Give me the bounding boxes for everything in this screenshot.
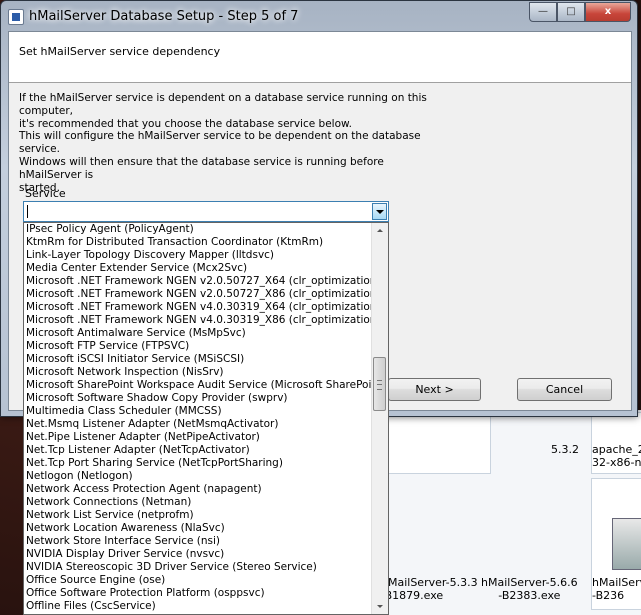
dropdown-option[interactable]: NVIDIA Display Driver Service (nvsvc) — [25, 548, 373, 561]
vertical-scrollbar[interactable] — [371, 223, 388, 614]
close-button[interactable]: x — [585, 2, 631, 22]
caption-buttons: — □ x — [529, 2, 631, 22]
description-line: This will configure the hMailServer serv… — [19, 130, 421, 155]
dropdown-option[interactable]: Offline Files (CscService) — [25, 600, 373, 613]
app-icon — [8, 9, 24, 25]
dropdown-option[interactable]: Microsoft Software Shadow Copy Provider … — [25, 392, 373, 405]
installer-file-icon[interactable] — [612, 518, 641, 570]
description-line: Windows will then ensure that the databa… — [19, 156, 384, 181]
dropdown-option[interactable]: Net.Tcp Port Sharing Service (NetTcpPort… — [25, 457, 373, 470]
grip-icon — [377, 380, 382, 390]
dropdown-option[interactable]: Office Source Engine (ose) — [25, 574, 373, 587]
service-dropdown-list[interactable]: IPsec Policy Agent (PolicyAgent) KtmRm fo… — [23, 222, 389, 615]
dropdown-option[interactable]: Net.Pipe Listener Adapter (NetPipeActiva… — [25, 431, 373, 444]
minimize-button[interactable]: — — [529, 2, 557, 22]
dropdown-option[interactable]: Microsoft SharePoint Workspace Audit Ser… — [25, 379, 373, 392]
dropdown-option[interactable]: Microsoft .NET Framework NGEN v4.0.30319… — [25, 314, 373, 327]
service-label: Service — [25, 187, 66, 200]
dropdown-option[interactable]: Link-Layer Topology Discovery Mapper (ll… — [25, 249, 373, 262]
dropdown-option[interactable]: Microsoft iSCSI Initiator Service (MSiSC… — [25, 353, 373, 366]
description-line: started. — [19, 182, 60, 194]
service-options: IPsec Policy Agent (PolicyAgent) KtmRm fo… — [25, 223, 373, 613]
maximize-button[interactable]: □ — [557, 2, 585, 22]
dropdown-option[interactable]: Multimedia Class Scheduler (MMCSS) — [25, 405, 373, 418]
dropdown-arrow-icon[interactable] — [372, 203, 387, 220]
dropdown-option[interactable]: IPsec Policy Agent (PolicyAgent) — [25, 223, 373, 236]
dropdown-option[interactable]: Microsoft .NET Framework NGEN v2.0.50727… — [25, 288, 373, 301]
window-title: hMailServer Database Setup - Step 5 of 7 — [29, 9, 299, 24]
dropdown-option[interactable]: Microsoft FTP Service (FTPSVC) — [25, 340, 373, 353]
dropdown-option[interactable]: Office Software Protection Platform (osp… — [25, 587, 373, 600]
dropdown-option[interactable]: Microsoft Antimalware Service (MsMpSvc) — [25, 327, 373, 340]
description-paragraph-1: If the hMailServer service is dependent … — [19, 92, 439, 131]
file-caption: apache_2 32-x86-n — [592, 443, 641, 469]
dropdown-option[interactable]: Microsoft .NET Framework NGEN v4.0.30319… — [25, 301, 373, 314]
dropdown-option[interactable]: Network Location Awareness (NlaSvc) — [25, 522, 373, 535]
description-paragraph-2: This will configure the hMailServer serv… — [19, 130, 439, 195]
file-caption: hMailServer-5.3.3 -B1879.exe — [381, 576, 478, 602]
scrollbar-thumb[interactable] — [373, 357, 386, 411]
description-line: If the hMailServer service is dependent … — [19, 92, 427, 117]
dropdown-option[interactable]: Network Access Protection Agent (napagen… — [25, 483, 373, 496]
dropdown-option[interactable]: Net.Msmq Listener Adapter (NetMsmqActiva… — [25, 418, 373, 431]
scroll-up-arrow-icon[interactable] — [372, 223, 388, 239]
dropdown-option[interactable]: Network Store Interface Service (nsi) — [25, 535, 373, 548]
dropdown-option[interactable]: Net.Tcp Listener Adapter (NetTcpActivato… — [25, 444, 373, 457]
dropdown-option[interactable]: Netlogon (Netlogon) — [25, 470, 373, 483]
scroll-down-arrow-icon[interactable] — [372, 598, 388, 614]
text-caret — [27, 205, 28, 218]
file-caption: 5.3.2 — [551, 443, 579, 456]
service-combobox[interactable] — [23, 201, 389, 222]
title-bar[interactable]: hMailServer Database Setup - Step 5 of 7… — [1, 1, 637, 31]
cancel-button[interactable]: Cancel — [517, 378, 612, 401]
dropdown-option[interactable]: Media Center Extender Service (Mcx2Svc) — [25, 262, 373, 275]
page-title: Set hMailServer service dependency — [19, 45, 221, 58]
dropdown-option[interactable]: Network Connections (Netman) — [25, 496, 373, 509]
file-caption: hMailServer -B236 — [592, 576, 641, 602]
dropdown-option[interactable]: Microsoft .NET Framework NGEN v2.0.50727… — [25, 275, 373, 288]
dropdown-option[interactable]: Network List Service (netprofm) — [25, 509, 373, 522]
file-tile[interactable] — [385, 412, 491, 474]
dropdown-option[interactable]: NVIDIA Stereoscopic 3D Driver Service (S… — [25, 561, 373, 574]
dropdown-option[interactable]: KtmRm for Distributed Transaction Coordi… — [25, 236, 373, 249]
file-caption: hMailServer-5.6.6 -B2383.exe — [481, 576, 578, 602]
dropdown-option[interactable]: Microsoft Network Inspection (NisSrv) — [25, 366, 373, 379]
wizard-header: Set hMailServer service dependency — [9, 32, 631, 83]
next-button[interactable]: Next > — [388, 378, 481, 401]
